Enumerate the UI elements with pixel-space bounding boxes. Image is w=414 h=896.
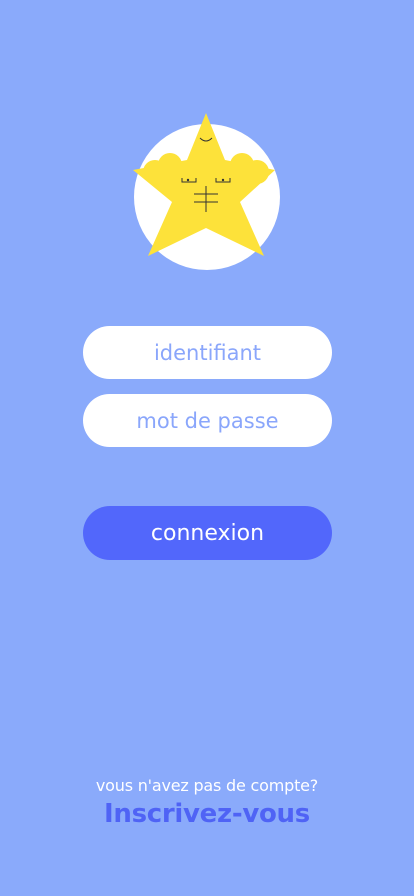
username-input[interactable] <box>83 326 332 379</box>
app-logo <box>133 113 280 270</box>
no-account-prompt: vous n'avez pas de compte? <box>95 776 319 795</box>
password-input[interactable] <box>83 394 332 447</box>
login-button[interactable]: connexion <box>83 506 332 560</box>
signup-link[interactable]: Inscrivez-vous <box>0 799 414 829</box>
starfish-mascot-icon <box>133 113 275 256</box>
